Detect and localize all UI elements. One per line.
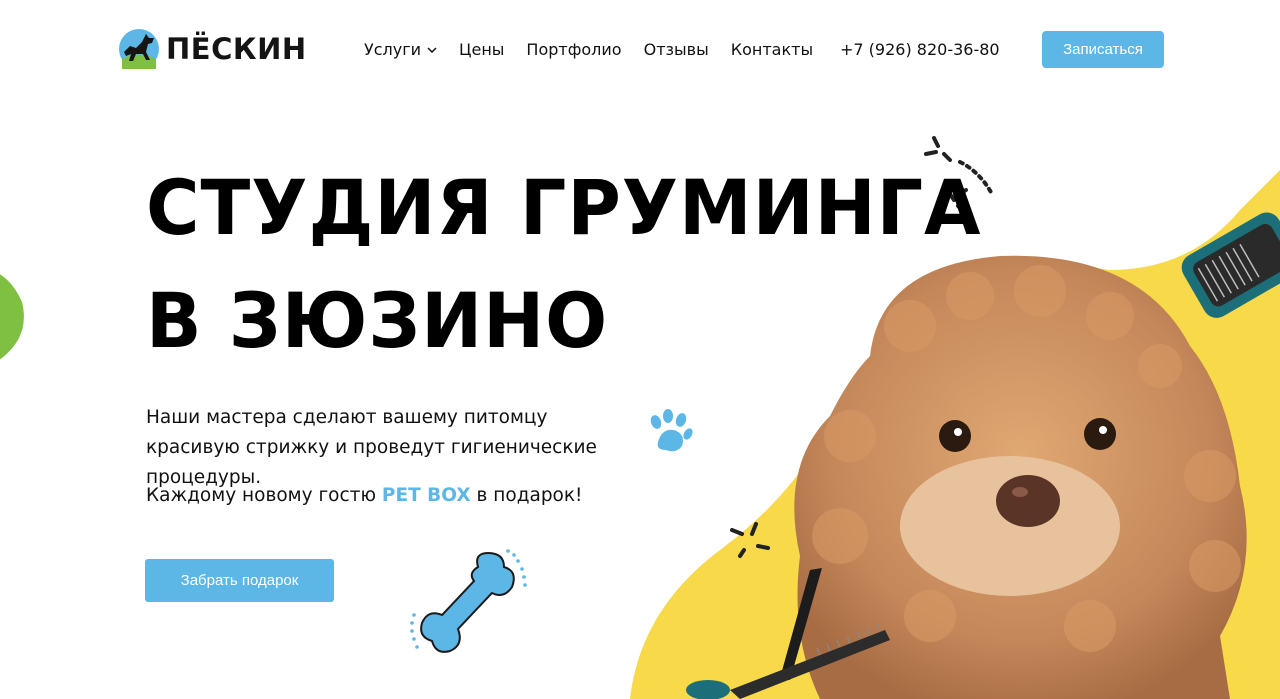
chevron-down-icon [427, 46, 437, 53]
nav-item-label: Цены [459, 40, 505, 59]
nav-item-contacts[interactable]: Контакты [731, 40, 813, 59]
nav-item-services[interactable]: Услуги [364, 40, 437, 59]
nav-item-label: Портфолио [526, 40, 622, 59]
bone-icon [410, 549, 527, 653]
main-nav: Услуги Цены Портфолио Отзывы Контакты [364, 40, 813, 59]
brush-icon [1181, 212, 1280, 318]
nav-item-portfolio[interactable]: Портфолио [526, 40, 621, 59]
claim-gift-button[interactable]: Забрать подарок [145, 559, 334, 602]
hero-title-line-1: СТУДИЯ ГРУМИНГА [146, 163, 982, 252]
nav-item-reviews[interactable]: Отзывы [644, 40, 709, 59]
phone-link[interactable]: +7 (926) 820-36-80 [840, 40, 1000, 59]
paw-icon [650, 409, 693, 452]
nav-item-label: Услуги [364, 40, 422, 59]
green-blob-decoration [0, 274, 24, 360]
scissors-icon [686, 568, 890, 699]
book-button[interactable]: Записаться [1042, 31, 1164, 68]
site-header: ПЁСКИН Услуги Цены Портфолио Отзывы Конт… [0, 0, 1280, 100]
brand-name: ПЁСКИН [166, 32, 307, 66]
logo-dog-icon [119, 29, 159, 69]
nav-item-label: Отзывы [643, 40, 709, 59]
gift-text-suffix: в подарок! [470, 485, 583, 506]
logo[interactable]: ПЁСКИН [116, 26, 307, 72]
nav-item-label: Контакты [730, 40, 814, 59]
nav-item-prices[interactable]: Цены [459, 40, 504, 59]
hero-title-line-2: В ЗЮЗИНО [146, 276, 609, 365]
hero-lead-text: Наши мастера сделают вашему питомцу крас… [146, 407, 597, 488]
sparkle-icon [730, 522, 770, 558]
gift-text: Каждому новому гостю PET BOX в подарок! [146, 485, 582, 506]
gift-highlight: PET BOX [381, 485, 471, 506]
gift-text-prefix: Каждому новому гостю [146, 485, 382, 506]
